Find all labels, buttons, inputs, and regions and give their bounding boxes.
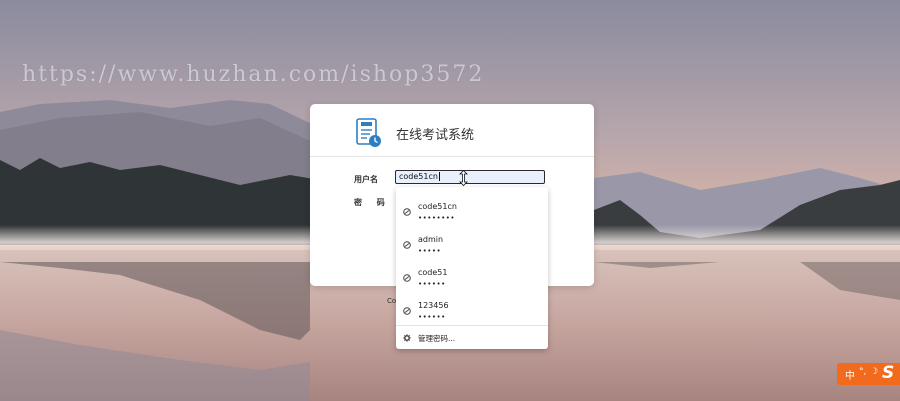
text-caret [438,172,440,181]
key-globe-icon [403,208,411,216]
ime-skin-icon[interactable]: ☽ [870,367,878,377]
autofill-username: admin [418,235,444,244]
autofill-username: code51 [418,268,448,277]
autofill-password: •••••• [418,280,446,288]
username-value: code51cn [399,172,438,181]
autofill-password: •••••••• [418,214,456,222]
text-cursor-icon [459,170,468,186]
autofill-username: 123456 [418,301,449,310]
exam-logo-icon [356,118,381,147]
autofill-item[interactable]: code51cn •••••••• [396,193,548,225]
username-input[interactable]: code51cn [395,170,545,184]
autofill-password: •••••• [418,313,446,321]
autofill-password: ••••• [418,247,442,255]
ime-punct-toggle[interactable]: °, [859,367,866,377]
gear-icon [403,334,411,342]
autofill-item[interactable]: code51 •••••• [396,259,548,291]
autofill-dropdown: code51cn •••••••• admin ••••• code51 •••… [396,187,548,349]
password-label: 密 码 [354,198,391,207]
watermark-text: https://www.huzhan.com/ishop3572 [22,62,485,87]
ime-logo-icon: S [882,363,895,383]
dropdown-divider [396,325,548,326]
ime-mode-toggle[interactable]: 中 [845,367,855,382]
copyright-text: Co [387,297,397,305]
login-card-header: 在线考试系统 [310,104,594,157]
autofill-item[interactable]: 123456 •••••• [396,292,548,324]
manage-passwords-item[interactable]: 管理密码... [396,328,548,348]
manage-passwords-label: 管理密码... [418,334,456,343]
autofill-username: code51cn [418,202,457,211]
key-globe-icon [403,307,411,315]
autofill-item[interactable]: admin ••••• [396,226,548,258]
username-label: 用户名 [354,175,378,184]
ime-toolbar[interactable]: 中 °, ☽ S [837,363,900,385]
key-globe-icon [403,241,411,249]
key-globe-icon [403,274,411,282]
login-title: 在线考试系统 [396,128,475,143]
